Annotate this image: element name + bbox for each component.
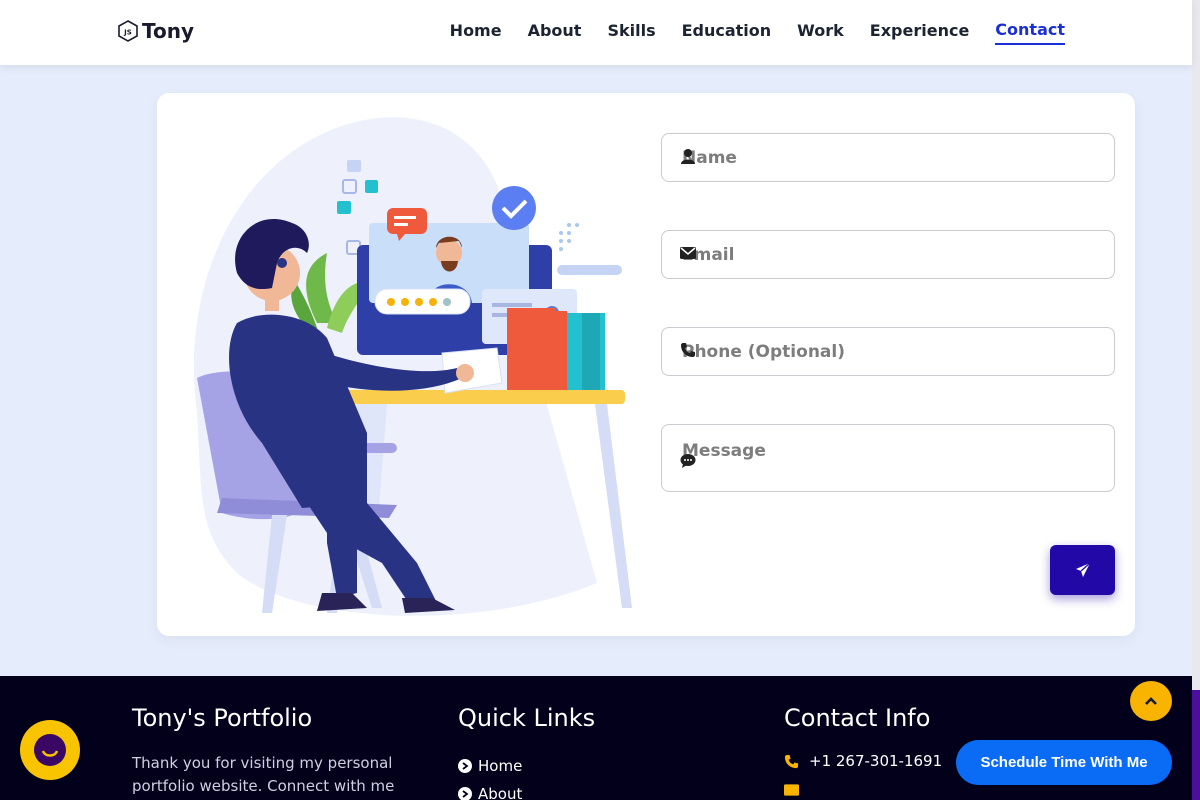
message-field[interactable]	[661, 424, 1115, 492]
nav-home[interactable]: Home	[450, 21, 502, 44]
quick-link-label: About	[478, 785, 523, 800]
chevron-up-icon	[1145, 697, 1157, 705]
contact-illustration	[193, 117, 632, 616]
footer-about: Tony's Portfolio Thank you for visiting …	[132, 704, 402, 798]
quick-links-list: Home About	[458, 752, 595, 800]
chevron-right-icon	[458, 759, 472, 773]
footer-contact: Contact Info +1 267-301-1691	[784, 704, 942, 796]
quick-links-title: Quick Links	[458, 704, 596, 732]
site-header: JS Tony Home About Skills Education Work…	[0, 0, 1192, 65]
email-field[interactable]	[661, 230, 1115, 279]
nav-about[interactable]: About	[528, 21, 582, 44]
name-input[interactable]	[662, 147, 1114, 168]
logo[interactable]: JS Tony	[118, 19, 194, 43]
chat-face-icon	[34, 734, 66, 766]
envelope-icon	[784, 784, 799, 796]
footer-quick-links: Quick Links Home About	[458, 704, 595, 800]
name-field[interactable]	[661, 133, 1115, 182]
quick-link-about[interactable]: About	[458, 780, 595, 800]
nodejs-hexagon-icon: JS	[118, 20, 138, 42]
nav-education[interactable]: Education	[682, 21, 772, 44]
message-input[interactable]	[662, 425, 1114, 485]
phone-icon	[784, 754, 799, 768]
nav-experience[interactable]: Experience	[870, 21, 970, 44]
contact-email[interactable]	[784, 784, 942, 796]
contact-info-title: Contact Info	[784, 704, 931, 732]
footer-about-text: Thank you for visiting my personal portf…	[132, 754, 395, 795]
chevron-right-icon	[458, 787, 472, 800]
logo-text: Tony	[142, 19, 195, 43]
paper-plane-icon	[1075, 562, 1090, 577]
nav-work[interactable]: Work	[797, 21, 844, 44]
nav-contact[interactable]: Contact	[995, 20, 1065, 45]
quick-link-label: Home	[478, 757, 523, 775]
schedule-time-button[interactable]: Schedule Time With Me	[956, 740, 1172, 785]
contact-phone[interactable]: +1 267-301-1691	[784, 752, 942, 770]
quick-link-home[interactable]: Home	[458, 752, 595, 780]
email-input[interactable]	[662, 244, 1114, 265]
contact-phone-text: +1 267-301-1691	[809, 752, 943, 770]
user-icon	[681, 149, 695, 164]
scrollbar-thumb[interactable]	[1192, 690, 1200, 800]
phone-icon	[681, 343, 695, 357]
send-button[interactable]	[1050, 545, 1115, 595]
phone-input[interactable]	[662, 341, 1114, 362]
main-nav: Home About Skills Education Work Experie…	[450, 0, 1065, 65]
chat-widget-button[interactable]	[20, 720, 80, 780]
contact-card	[157, 93, 1135, 636]
phone-field[interactable]	[661, 327, 1115, 376]
page-scrollbar[interactable]	[1192, 0, 1200, 800]
svg-text:JS: JS	[123, 29, 132, 37]
envelope-icon	[680, 247, 696, 259]
chat-icon	[680, 454, 696, 468]
scroll-top-button[interactable]	[1130, 681, 1172, 721]
footer-about-title: Tony's Portfolio	[132, 704, 313, 732]
nav-skills[interactable]: Skills	[607, 21, 655, 44]
